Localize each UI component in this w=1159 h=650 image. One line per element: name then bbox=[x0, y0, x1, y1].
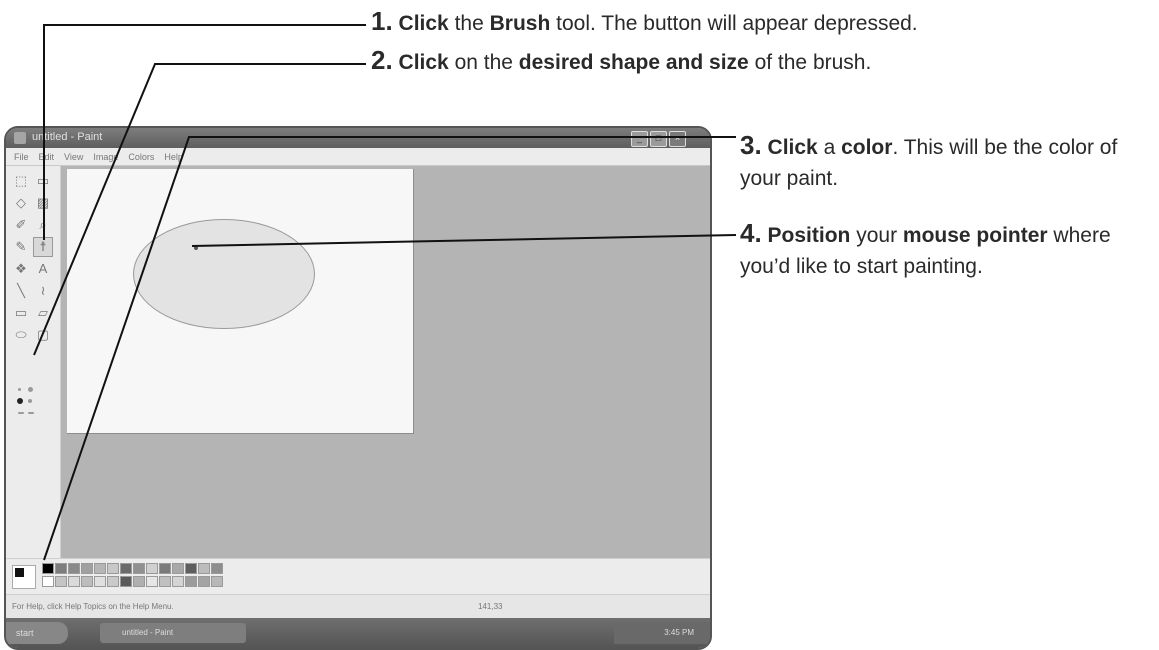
step-4-text-a: your bbox=[850, 224, 903, 247]
step-3-action: Click bbox=[767, 136, 818, 159]
step-1-target: Brush bbox=[489, 12, 551, 35]
step-4: 4. Position your mouse pointer where you… bbox=[740, 218, 1159, 282]
step-4-number: 4. bbox=[740, 218, 762, 248]
callout-line-3 bbox=[43, 136, 736, 561]
step-1-text-b: tool. The button will appear depressed. bbox=[550, 12, 918, 35]
callout-line-1 bbox=[43, 24, 366, 240]
step-2-text-b: of the brush. bbox=[748, 51, 872, 74]
step-3: 3. Click a color. This will be the color… bbox=[740, 130, 1159, 194]
step-2-text-a: on the bbox=[448, 51, 519, 74]
step-1-action: Click bbox=[398, 12, 449, 35]
step-2-number: 2. bbox=[371, 45, 393, 75]
step-2-action: Click bbox=[398, 51, 449, 74]
step-4-target: mouse pointer bbox=[902, 224, 1048, 247]
callout-lines bbox=[33, 24, 737, 561]
step-3-target: color bbox=[841, 136, 893, 159]
step-2-target: desired shape and size bbox=[518, 51, 749, 74]
callout-line-2 bbox=[33, 63, 366, 356]
step-1: 1. Click the Brush tool. The button will… bbox=[371, 6, 918, 39]
step-3-number: 3. bbox=[740, 130, 762, 160]
callout-line-4 bbox=[191, 234, 737, 247]
step-1-number: 1. bbox=[371, 6, 393, 36]
step-1-text-a: the bbox=[448, 12, 490, 35]
step-3-text-a: a bbox=[817, 136, 842, 159]
step-4-action: Position bbox=[767, 224, 851, 247]
step-2: 2. Click on the desired shape and size o… bbox=[371, 45, 871, 78]
